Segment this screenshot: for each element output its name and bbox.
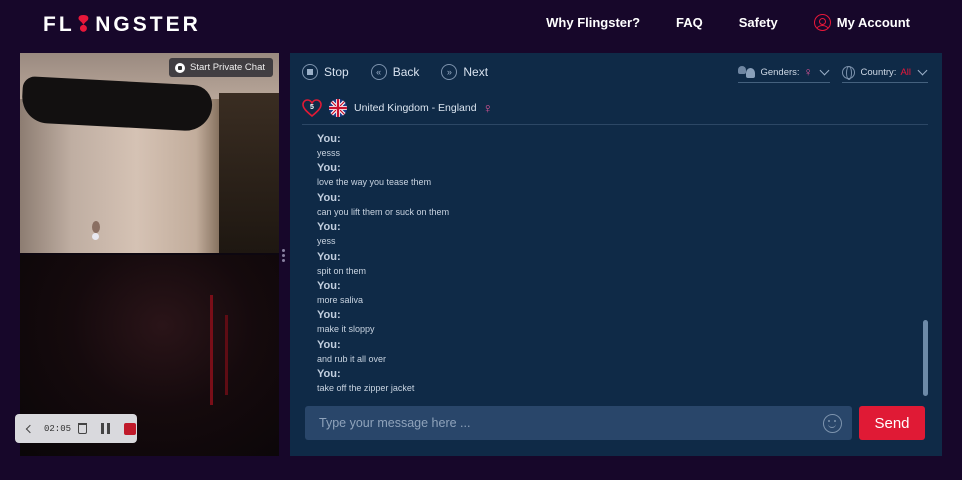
- message-text: and rub it all over: [317, 353, 387, 364]
- message-sender: You:: [317, 338, 341, 351]
- next-label: Next: [463, 65, 489, 79]
- chat-toolbar: Stop « Back » Next: [302, 64, 510, 80]
- chat-panel: Stop « Back » Next Genders: ♀ Country: A…: [290, 53, 942, 456]
- partner-location: United Kingdom - England: [354, 102, 477, 114]
- genders-label: Genders:: [760, 66, 800, 78]
- heart-count: 5: [310, 104, 314, 111]
- message-sender: You:: [317, 221, 341, 234]
- chevron-down-icon: [819, 65, 829, 76]
- uk-flag-icon: [329, 99, 347, 117]
- message-text: can you lift them or suck on them: [317, 206, 450, 217]
- chat-scrollbar[interactable]: [922, 135, 928, 397]
- next-button[interactable]: » Next: [441, 64, 488, 80]
- logo-text-prefix: FL: [43, 12, 75, 36]
- people-icon: [738, 66, 756, 78]
- country-label: Country:: [860, 66, 897, 78]
- nav-why-flingster[interactable]: Why Flingster?: [546, 15, 640, 30]
- start-private-chat-label: Start Private Chat: [190, 62, 265, 73]
- top-nav: Why Flingster? FAQ Safety My Account: [510, 14, 910, 31]
- message-item: You: take off the zipper jacket: [317, 367, 917, 394]
- recording-timer: 02:05: [44, 423, 72, 434]
- message-text: spit on them: [317, 265, 367, 276]
- nav-safety[interactable]: Safety: [739, 15, 778, 30]
- message-sender: You:: [317, 368, 341, 381]
- divider: [302, 124, 928, 125]
- message-text: yesss: [317, 148, 341, 158]
- message-list: You: yesss You: love the way you tease them…: [317, 132, 917, 394]
- female-icon: ♀: [803, 65, 813, 79]
- message-item: You: and rub it all over: [317, 338, 917, 367]
- message-sender: You:: [317, 309, 341, 322]
- nav-my-account-label: My Account: [836, 15, 910, 30]
- scrollbar-thumb[interactable]: [923, 320, 928, 396]
- start-private-chat-button[interactable]: Start Private Chat: [169, 58, 273, 77]
- send-button[interactable]: Send: [859, 406, 925, 440]
- video-column: Start Private Chat: [20, 53, 279, 456]
- account-icon: [813, 14, 831, 31]
- back-button[interactable]: « Back: [370, 64, 420, 80]
- resize-handle[interactable]: [282, 249, 285, 263]
- message-sender: You:: [317, 250, 341, 263]
- genders-filter[interactable]: Genders: ♀: [738, 65, 830, 83]
- female-icon: ♀: [482, 100, 494, 116]
- back-icon: «: [370, 64, 387, 80]
- message-item: You: yesss: [317, 132, 917, 161]
- country-value: All: [900, 66, 911, 78]
- message-sender: You:: [317, 191, 341, 204]
- pause-icon[interactable]: [101, 423, 111, 434]
- flingster-logo[interactable]: FL ❢ NGSTER: [43, 12, 201, 37]
- logo-pin-icon: ❢: [74, 13, 96, 36]
- chevron-down-icon: [917, 65, 928, 76]
- message-text: yess: [317, 236, 336, 247]
- message-text: take off the zipper jacket: [317, 383, 415, 394]
- back-label: Back: [392, 65, 420, 79]
- trash-icon[interactable]: [78, 423, 88, 434]
- partner-info: 5 United Kingdom - England ♀: [302, 99, 497, 117]
- message-text: love the way you tease them: [317, 177, 432, 188]
- stop-icon: [302, 64, 318, 80]
- message-item: You: spit on them: [317, 250, 917, 279]
- message-item: You: love the way you tease them: [317, 161, 917, 190]
- message-item: You: make it sloppy: [317, 308, 917, 337]
- message-item: You: more saliva: [317, 279, 917, 308]
- partner-video: Start Private Chat: [20, 53, 279, 253]
- logo-text-suffix: NGSTER: [95, 12, 201, 36]
- message-item: You: can you lift them or suck on them: [317, 191, 917, 220]
- message-item: You: yess: [317, 220, 917, 249]
- nav-my-account[interactable]: My Account: [813, 14, 910, 31]
- composer: Send: [305, 406, 925, 440]
- message-sender: You:: [317, 279, 341, 292]
- collapse-chevron-icon[interactable]: [25, 424, 35, 433]
- nav-faq[interactable]: FAQ: [676, 15, 703, 30]
- message-text: make it sloppy: [317, 324, 375, 335]
- message-sender: You:: [317, 162, 341, 175]
- country-filter[interactable]: Country: All: [841, 65, 928, 83]
- stop-button[interactable]: Stop: [302, 64, 349, 80]
- next-icon: »: [441, 64, 458, 80]
- stop-label: Stop: [324, 65, 349, 79]
- emoji-icon[interactable]: [823, 414, 842, 433]
- message-text: more saliva: [317, 294, 364, 305]
- recording-controls: 02:05: [15, 414, 137, 443]
- message-sender: You:: [317, 133, 341, 145]
- chat-filters: Genders: ♀ Country: All: [726, 65, 928, 83]
- stop-recording-icon[interactable]: [124, 422, 137, 435]
- message-input[interactable]: [305, 406, 852, 440]
- globe-icon: [841, 65, 855, 80]
- heart-badge: 5: [302, 99, 322, 117]
- lock-icon: [175, 62, 186, 73]
